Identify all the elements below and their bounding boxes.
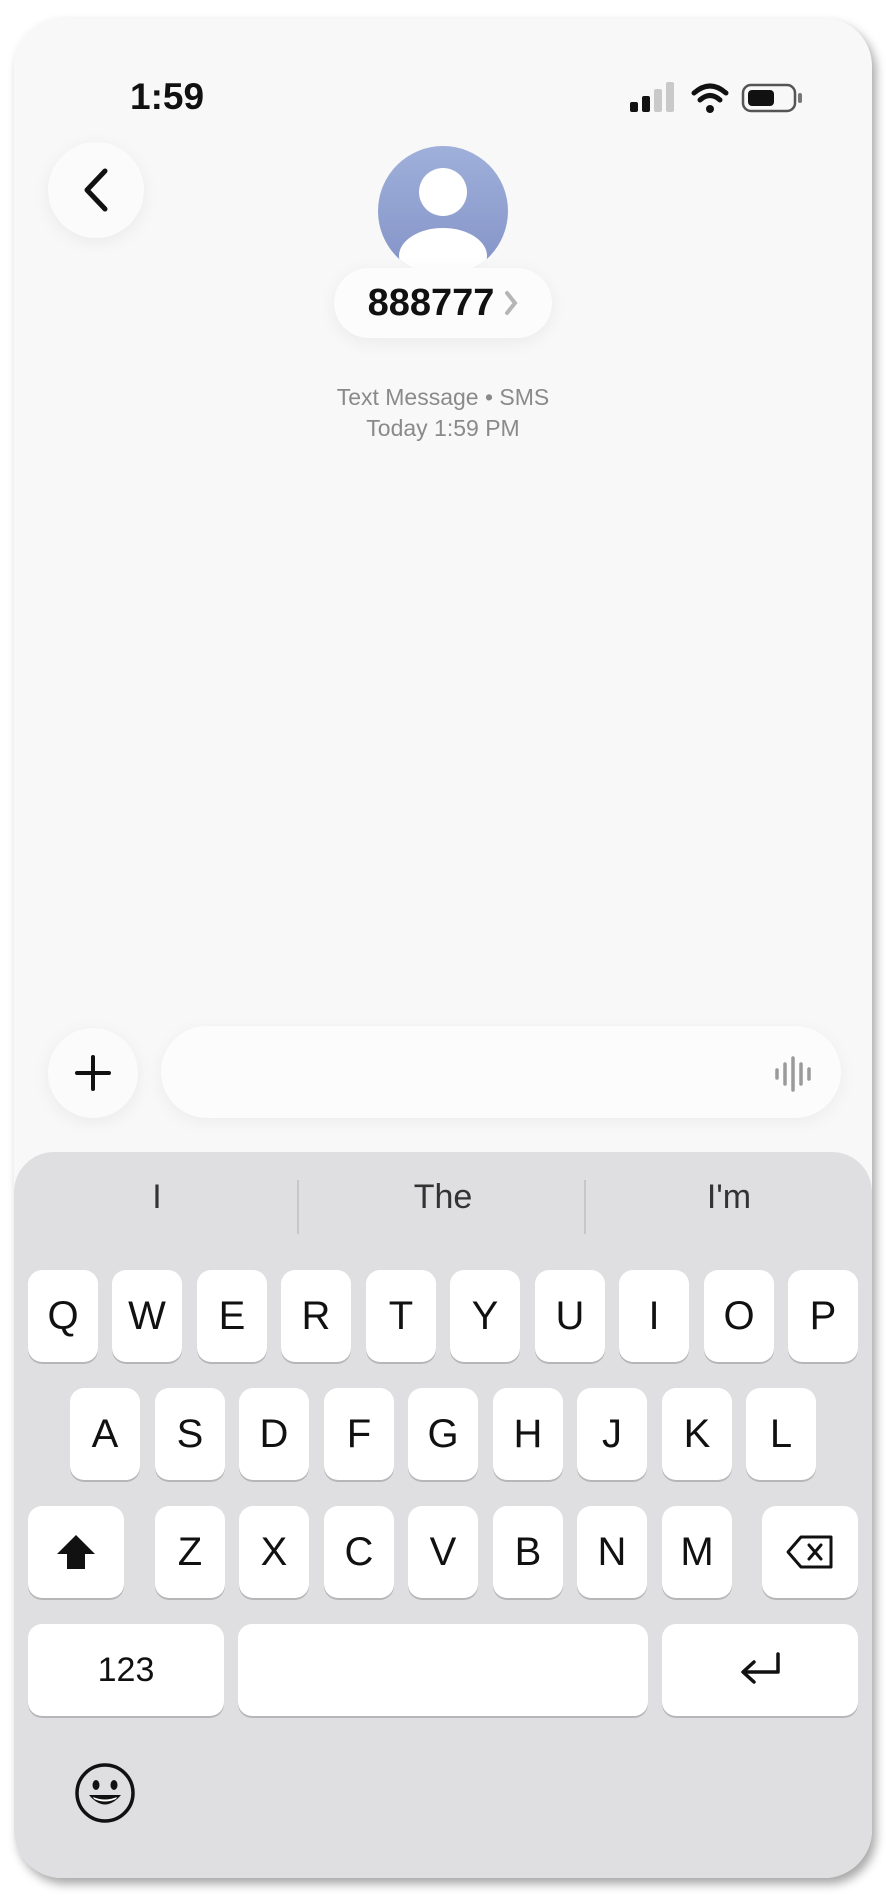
conversation-timestamp: Today 1:59 PM xyxy=(366,415,520,441)
status-icons xyxy=(630,82,802,113)
contact-chevron-icon xyxy=(505,291,518,315)
key-n[interactable]: N xyxy=(577,1506,647,1598)
suggestion-2[interactable]: The xyxy=(300,1178,586,1217)
battery-icon xyxy=(741,83,802,113)
person-icon xyxy=(399,168,487,276)
keyboard: I The I'm Q W E R T Y U I O P A S D F G … xyxy=(14,1152,872,1878)
key-k[interactable]: K xyxy=(662,1388,732,1480)
key-b[interactable]: B xyxy=(493,1506,563,1598)
key-u[interactable]: U xyxy=(535,1270,605,1362)
emoji-button[interactable] xyxy=(74,1762,136,1824)
key-m[interactable]: M xyxy=(662,1506,732,1598)
suggestion-3[interactable]: I'm xyxy=(586,1178,872,1217)
key-a[interactable]: A xyxy=(70,1388,140,1480)
emoji-icon xyxy=(75,1763,135,1823)
suggestion-bar: I The I'm xyxy=(14,1152,872,1258)
shift-key[interactable] xyxy=(28,1506,124,1598)
contact-avatar[interactable] xyxy=(378,146,508,276)
status-time: 1:59 xyxy=(130,76,205,117)
key-j[interactable]: J xyxy=(577,1388,647,1480)
key-v[interactable]: V xyxy=(408,1506,478,1598)
key-o[interactable]: O xyxy=(704,1270,774,1362)
key-y[interactable]: Y xyxy=(450,1270,520,1362)
delete-key[interactable] xyxy=(762,1506,858,1598)
message-type-label: Text Message • SMS xyxy=(336,384,550,410)
return-icon xyxy=(741,1652,780,1684)
key-i[interactable]: I xyxy=(619,1270,689,1362)
contact-name-pill[interactable]: 888777 xyxy=(334,268,552,338)
space-key[interactable] xyxy=(238,1624,648,1716)
key-c[interactable]: C xyxy=(324,1506,394,1598)
key-s[interactable]: S xyxy=(155,1388,225,1480)
voice-waveform-icon[interactable] xyxy=(773,1056,817,1092)
key-w[interactable]: W xyxy=(112,1270,182,1362)
key-l[interactable]: L xyxy=(746,1388,816,1480)
shift-icon xyxy=(57,1535,95,1569)
key-r[interactable]: R xyxy=(281,1270,351,1362)
plus-icon xyxy=(75,1055,111,1091)
wifi-icon xyxy=(691,83,729,113)
key-p[interactable]: P xyxy=(788,1270,858,1362)
key-e[interactable]: E xyxy=(197,1270,267,1362)
back-button[interactable] xyxy=(48,142,144,238)
key-d[interactable]: D xyxy=(239,1388,309,1480)
key-g[interactable]: G xyxy=(408,1388,478,1480)
suggestion-1[interactable]: I xyxy=(14,1178,300,1217)
signal-icon xyxy=(630,82,674,112)
add-attachment-button[interactable] xyxy=(48,1028,138,1118)
back-chevron-icon xyxy=(84,168,108,212)
suggestion-divider xyxy=(297,1180,299,1234)
phone-screen: 1:59 888777 Text Message • SMS Today 1:5… xyxy=(14,18,872,1878)
key-t[interactable]: T xyxy=(366,1270,436,1362)
delete-icon xyxy=(786,1535,833,1569)
key-x[interactable]: X xyxy=(239,1506,309,1598)
key-h[interactable]: H xyxy=(493,1388,563,1480)
numbers-key[interactable]: 123 xyxy=(28,1624,224,1716)
key-q[interactable]: Q xyxy=(28,1270,98,1362)
key-z[interactable]: Z xyxy=(155,1506,225,1598)
return-key[interactable] xyxy=(662,1624,858,1716)
contact-name: 888777 xyxy=(367,281,495,324)
key-f[interactable]: F xyxy=(324,1388,394,1480)
message-input[interactable] xyxy=(161,1026,841,1118)
